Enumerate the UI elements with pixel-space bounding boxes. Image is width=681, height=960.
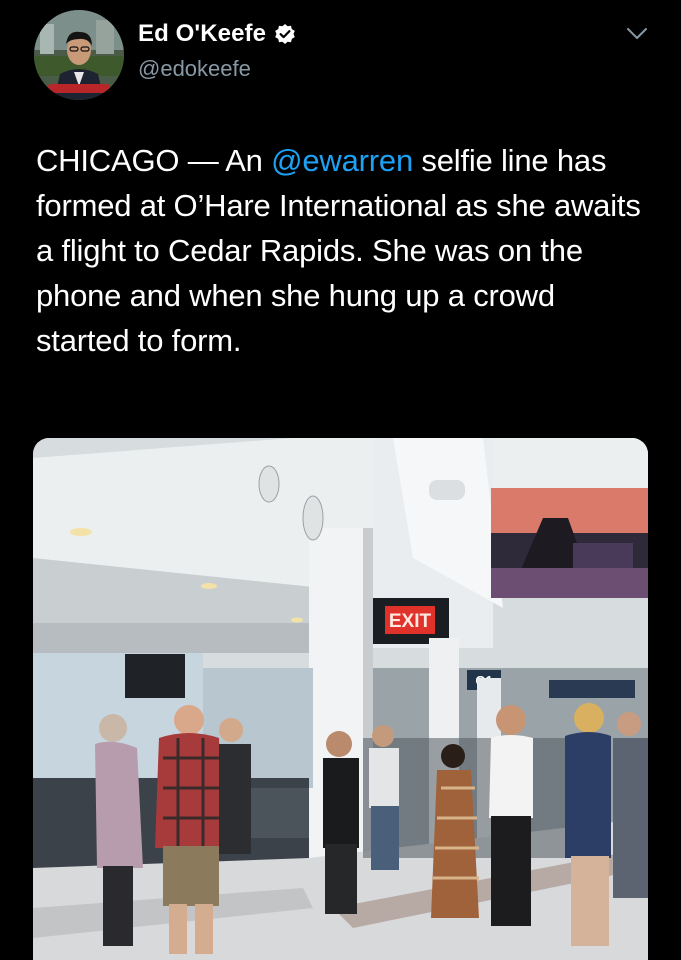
tweet-header: Ed O'Keefe @edokeefe (0, 0, 681, 105)
author-name-row: Ed O'Keefe (138, 20, 296, 48)
exit-sign: EXIT (389, 611, 432, 632)
author-display-name[interactable]: Ed O'Keefe (138, 20, 266, 48)
tweet-text: CHICAGO — An @ewarren selfie line has fo… (36, 138, 656, 363)
tweet-text-before: CHICAGO — An (36, 143, 272, 178)
tweet-card: Ed O'Keefe @edokeefe CHICAGO — An @ewarr… (0, 0, 681, 960)
tweet-photo[interactable]: EXIT G1 (33, 438, 648, 960)
airport-photo: EXIT G1 (33, 438, 648, 960)
chevron-down-icon[interactable] (626, 27, 648, 41)
author-avatar[interactable] (34, 10, 124, 100)
verified-badge-icon (274, 23, 296, 45)
mention-link[interactable]: @ewarren (271, 143, 413, 178)
avatar-image (34, 10, 124, 100)
author-handle[interactable]: @edokeefe (138, 56, 251, 82)
